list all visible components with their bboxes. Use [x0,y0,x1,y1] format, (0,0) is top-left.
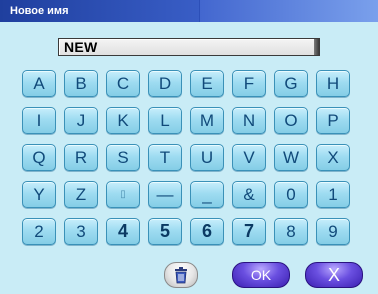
key-n[interactable]: N [232,107,266,134]
key-v[interactable]: V [232,144,266,171]
key-r[interactable]: R [64,144,98,171]
key-9[interactable]: 9 [316,218,350,245]
key-e[interactable]: E [190,70,224,97]
key-q[interactable]: Q [22,144,56,171]
key-a[interactable]: A [22,70,56,97]
keyboard-grid: A B C D E F G H I J K L M N O P Q R S T U V W X Y Z ▯ — _ & 0 1 2 3 4 5 6 7 8 9 [22,70,358,246]
ok-button[interactable]: OK [232,262,290,288]
name-input[interactable]: NEW [58,38,320,56]
key-i[interactable]: I [22,107,56,134]
key-d[interactable]: D [148,70,182,97]
trash-icon [175,267,187,284]
key-h[interactable]: H [316,70,350,97]
key-underscore[interactable]: _ [190,181,224,208]
key-0[interactable]: 0 [274,181,308,208]
key-s[interactable]: S [106,144,140,171]
name-input-cursor-end [314,39,319,55]
key-m[interactable]: M [190,107,224,134]
key-x[interactable]: X [316,144,350,171]
key-g[interactable]: G [274,70,308,97]
key-w[interactable]: W [274,144,308,171]
key-ampersand[interactable]: & [232,181,266,208]
key-4[interactable]: 4 [106,218,140,245]
title-bar-accent [199,0,378,22]
key-c[interactable]: C [106,70,140,97]
key-f[interactable]: F [232,70,266,97]
key-5[interactable]: 5 [148,218,182,245]
key-y[interactable]: Y [22,181,56,208]
title-bar: Новое имя [0,0,378,22]
key-o[interactable]: O [274,107,308,134]
key-u[interactable]: U [190,144,224,171]
key-8[interactable]: 8 [274,218,308,245]
key-p[interactable]: P [316,107,350,134]
delete-button[interactable] [164,262,198,288]
key-2[interactable]: 2 [22,218,56,245]
key-t[interactable]: T [148,144,182,171]
key-7[interactable]: 7 [232,218,266,245]
key-1[interactable]: 1 [316,181,350,208]
key-z[interactable]: Z [64,181,98,208]
key-l[interactable]: L [148,107,182,134]
key-b[interactable]: B [64,70,98,97]
window-title: Новое имя [10,5,69,17]
key-space[interactable]: ▯ [106,181,140,208]
key-j[interactable]: J [64,107,98,134]
key-dash[interactable]: — [148,181,182,208]
key-3[interactable]: 3 [64,218,98,245]
cancel-button[interactable]: X [305,262,363,288]
key-6[interactable]: 6 [190,218,224,245]
key-k[interactable]: K [106,107,140,134]
name-input-value: NEW [64,39,98,55]
